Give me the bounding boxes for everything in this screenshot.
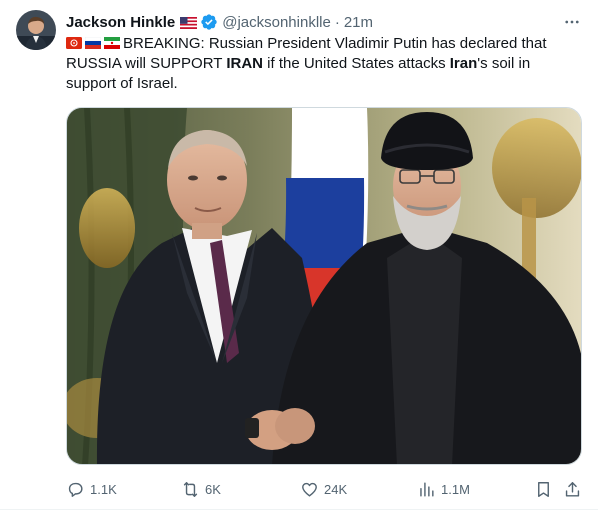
iran-flag-icon	[104, 35, 120, 49]
tweet-header: Jackson Hinkle @jacksonhinklle · 21m	[66, 12, 373, 32]
avatar[interactable]	[16, 10, 56, 50]
reply-icon	[68, 482, 83, 497]
tweet-photo[interactable]	[66, 107, 582, 465]
reply-count: 1.1K	[90, 481, 117, 497]
like-count: 24K	[324, 481, 348, 497]
tweet[interactable]: Jackson Hinkle @jacksonhinklle · 21m BRE…	[0, 0, 598, 510]
tweet-text-bold-iran: Iran	[449, 55, 478, 72]
bookmark-icon	[538, 481, 549, 497]
russia-flag-icon	[84, 35, 102, 49]
display-name[interactable]: Jackson Hinkle	[66, 14, 175, 31]
tweet-text-part-2: if the United States attacks	[263, 55, 450, 72]
like-button[interactable]: 24K	[300, 478, 347, 500]
like-icon	[302, 482, 317, 497]
handle[interactable]: @jacksonhinklle	[222, 14, 331, 31]
tweet-text: BREAKING: Russian President Vladimir Put…	[66, 34, 582, 94]
views-button[interactable]: 1.1M	[417, 478, 470, 500]
header-separator: ·	[334, 13, 340, 31]
tweet-text-bold-iran-caps: IRAN	[226, 55, 263, 72]
repost-button[interactable]: 6K	[181, 478, 221, 500]
views-count: 1.1M	[441, 481, 470, 497]
hk-flag-icon	[66, 35, 82, 49]
action-bar: 1.1K 6K 24K 1.1M	[66, 478, 582, 500]
share-icon	[565, 481, 580, 497]
verified-badge-icon	[200, 13, 218, 31]
share-button[interactable]	[563, 478, 582, 500]
repost-icon	[183, 481, 198, 497]
views-icon	[420, 481, 434, 497]
reply-button[interactable]: 1.1K	[66, 478, 117, 500]
repost-count: 6K	[205, 481, 221, 497]
bookmark-button[interactable]	[534, 478, 553, 500]
us-flag-icon	[180, 16, 198, 29]
timestamp[interactable]: 21m	[344, 14, 373, 31]
more-icon[interactable]	[562, 12, 582, 32]
